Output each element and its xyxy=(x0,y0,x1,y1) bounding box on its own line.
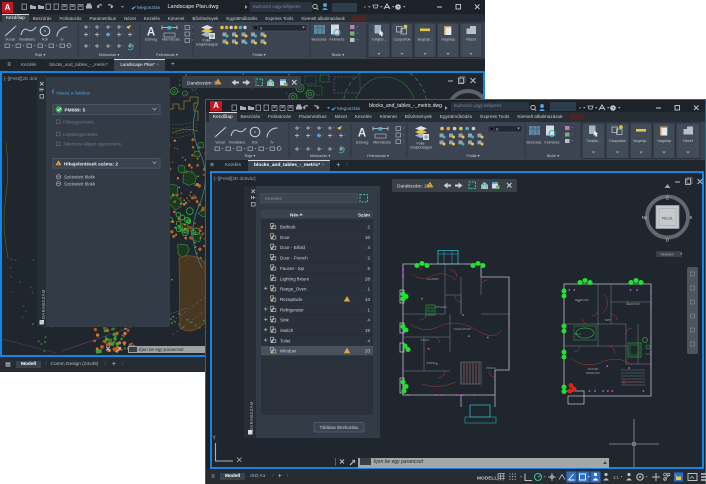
svg-text:Window: Window xyxy=(280,349,297,354)
svg-text:Darabszám: 5: Darabszám: 5 xyxy=(187,80,217,86)
svg-text:Door - Bifold: Door - Bifold xyxy=(280,245,306,250)
svg-text:BEDROOM: BEDROOM xyxy=(575,298,588,302)
svg-text:Switch: Switch xyxy=(280,328,294,333)
svg-text:Szétvetett blokk: Szétvetett blokk xyxy=(64,175,96,180)
svg-text:Door: Door xyxy=(280,235,290,240)
svg-text:Léptékegyeztetés: Léptékegyeztetés xyxy=(63,132,98,137)
svg-text:Kör: Kör xyxy=(42,37,49,41)
svg-text:Nézet: Nézet xyxy=(683,139,693,143)
svg-text:Fóliák ▾: Fóliák ▾ xyxy=(466,154,479,158)
svg-text:K: K xyxy=(690,215,693,220)
svg-text:Szám: Szám xyxy=(358,212,370,217)
svg-text:28: 28 xyxy=(365,276,371,281)
svg-text:Ny: Ny xyxy=(642,215,648,220)
svg-text:DARABSZÁM: DARABSZÁM xyxy=(41,289,46,319)
svg-text:Receptacle: Receptacle xyxy=(280,297,303,302)
svg-text:Beszúrás: Beszúrás xyxy=(312,37,327,41)
svg-text:KITCHEN: KITCHEN xyxy=(435,305,447,309)
svg-text:Vágólap: Vágólap xyxy=(657,139,671,143)
svg-text:tulajdonságok: tulajdonságok xyxy=(410,145,432,149)
svg-text:Blokk ▾: Blokk ▾ xyxy=(547,154,559,158)
svg-text:tulajdonságok: tulajdonságok xyxy=(196,42,218,46)
svg-text:Ív: Ív xyxy=(61,37,64,41)
svg-text:Szétvetett blokk: Szétvetett blokk xyxy=(64,181,96,186)
svg-text:Módosítás ▾: Módosítás ▾ xyxy=(310,154,331,158)
svg-text:LIVING ROOM: LIVING ROOM xyxy=(453,327,470,331)
svg-text:!: ! xyxy=(217,80,218,84)
svg-text:PM089: 5: PM089: 5 xyxy=(65,107,86,113)
svg-text:!: ! xyxy=(429,184,430,188)
svg-text:Névtelen: Névtelen xyxy=(660,253,673,257)
svg-text:Darabszám: 20: Darabszám: 20 xyxy=(397,184,430,190)
svg-text:Vonallánc: Vonallánc xyxy=(229,140,246,144)
svg-text:É: É xyxy=(666,196,669,201)
svg-text:!: ! xyxy=(58,162,59,166)
svg-text:A: A xyxy=(358,127,366,139)
svg-text:Nézet: Nézet xyxy=(466,38,476,42)
svg-text:Rajz ▾: Rajz ▾ xyxy=(245,154,256,158)
svg-text:Feliratozás ▾: Feliratozás ▾ xyxy=(367,154,389,158)
svg-text:DARABSZÁM: DARABSZÁM xyxy=(249,401,254,431)
svg-text:Tulajdo...: Tulajdo... xyxy=(371,38,386,42)
svg-text:Toilet: Toilet xyxy=(280,338,291,343)
svg-text:Tükrözési állapot egyeztetése: Tükrözési állapot egyeztetése xyxy=(63,142,122,147)
svg-text:Feliratozás ▾: Feliratozás ▾ xyxy=(156,53,178,57)
svg-text:Blokk ▾: Blokk ▾ xyxy=(332,53,344,57)
svg-text:STUDY: STUDY xyxy=(421,338,430,342)
svg-text:Y: Y xyxy=(213,436,217,442)
svg-text:Fóliaegyeztetés: Fóliaegyeztetés xyxy=(63,120,95,125)
svg-text:10: 10 xyxy=(365,235,371,240)
svg-text:19: 19 xyxy=(365,328,371,333)
svg-text:Kör: Kör xyxy=(252,140,259,144)
svg-text:Ív: Ív xyxy=(271,140,274,144)
svg-text:BATH: BATH xyxy=(605,319,611,322)
svg-text:Keresés: Keresés xyxy=(265,196,283,201)
svg-text:Hibajelentések száma: 2: Hibajelentések száma: 2 xyxy=(64,162,118,167)
svg-text:Tulajdo...: Tulajdo... xyxy=(586,139,601,143)
svg-text:BEDROOM: BEDROOM xyxy=(586,371,599,375)
svg-text:Vonal: Vonal xyxy=(5,37,15,41)
svg-text:Név: Név xyxy=(290,212,299,217)
svg-text:Vonallánc: Vonallánc xyxy=(19,37,36,41)
svg-text:Segédp...: Segédp... xyxy=(417,38,433,42)
svg-text:Méretezés: Méretezés xyxy=(162,37,180,41)
svg-text:Csoportok: Csoportok xyxy=(394,38,411,42)
svg-text:Bathtub: Bathtub xyxy=(280,225,296,230)
svg-text:Beszúrás: Beszúrás xyxy=(527,140,542,144)
svg-text:Felmérés: Felmérés xyxy=(545,140,560,144)
svg-text:MASTER: MASTER xyxy=(588,367,599,371)
svg-text:Vissza a listához: Vissza a listához xyxy=(56,91,91,96)
svg-text:D: D xyxy=(666,238,669,243)
svg-text:Szöveg: Szöveg xyxy=(145,37,158,41)
svg-text:BEDROOM: BEDROOM xyxy=(626,302,639,306)
svg-text:Csoportok: Csoportok xyxy=(609,139,626,143)
svg-text:Vonal: Vonal xyxy=(215,140,225,144)
svg-text:Refrigerator: Refrigerator xyxy=(280,307,304,312)
svg-text:Lighting fixture: Lighting fixture xyxy=(280,276,310,281)
svg-text:Szöveg: Szöveg xyxy=(356,140,369,144)
svg-text:Door - French: Door - French xyxy=(280,256,308,261)
svg-text:PORCH: PORCH xyxy=(486,366,495,370)
svg-text:DINING: DINING xyxy=(426,361,435,365)
svg-text:Táblázat létrehozása: Táblázat létrehozása xyxy=(320,425,360,430)
svg-text:43: 43 xyxy=(365,297,371,302)
svg-text:Méretezés: Méretezés xyxy=(373,140,391,144)
svg-text:FELÜL: FELÜL xyxy=(662,217,673,221)
svg-text:Faucet - top: Faucet - top xyxy=(280,266,305,271)
svg-text:Sink: Sink xyxy=(280,318,290,323)
svg-text:Felmérés: Felmérés xyxy=(330,37,345,41)
svg-text:Vágólap: Vágólap xyxy=(441,38,455,42)
svg-text:20: 20 xyxy=(365,349,371,354)
svg-text:Rajz ▾: Rajz ▾ xyxy=(35,53,46,57)
svg-text:Módosítás ▾: Módosítás ▾ xyxy=(99,53,120,57)
svg-text:1:1: 1:1 xyxy=(613,475,619,480)
svg-text:Range_Oven: Range_Oven xyxy=(280,287,307,292)
svg-text:MODELL: MODELL xyxy=(477,475,497,481)
svg-text:Segédp...: Segédp... xyxy=(633,139,649,143)
svg-text:Fóliák ▾: Fóliák ▾ xyxy=(252,53,265,57)
